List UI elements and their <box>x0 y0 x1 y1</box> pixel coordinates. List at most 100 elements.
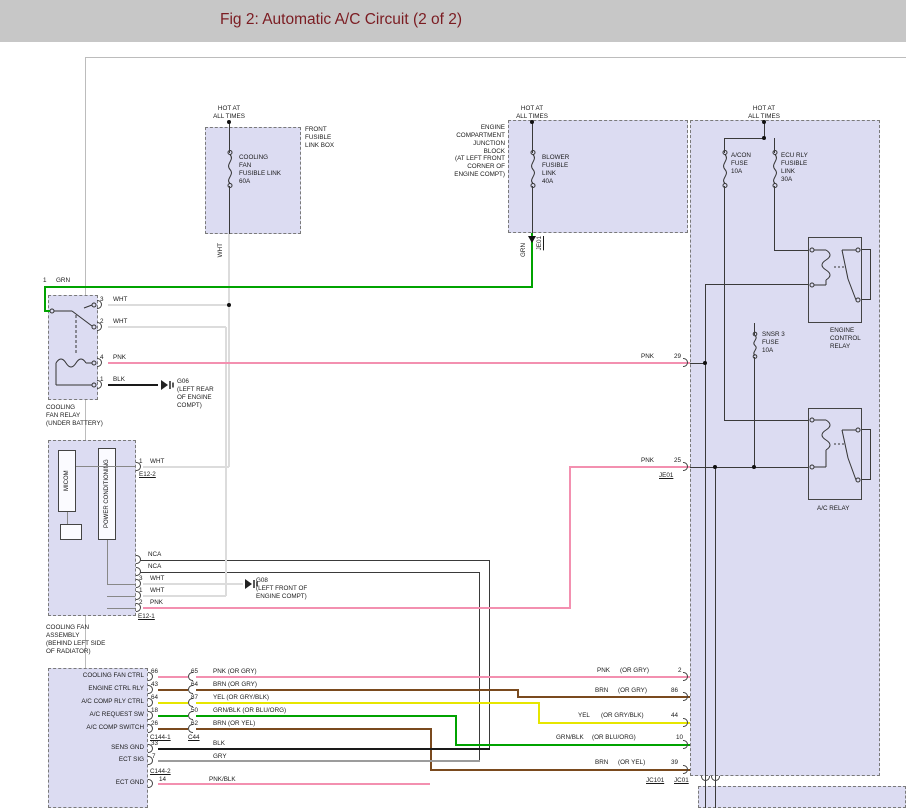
ecm-row-pin2: 64 <box>191 681 198 689</box>
ground-g06-icon <box>160 379 174 391</box>
hot-at-all-times-right: HOT AT ALL TIMES <box>738 105 790 121</box>
power-conditioning-box: POWER CONDITIONING <box>98 448 116 540</box>
jc01-connector-label: JC01 <box>674 777 689 785</box>
pnk25-color: PNK <box>641 457 654 465</box>
wire-jb-vertical-2 <box>715 467 716 808</box>
ecm-row-color: PNK/BLK <box>209 776 236 784</box>
assembly-top-pin-num: 1 <box>139 458 143 466</box>
ecm-row-name: ENGINE CTRL RLY <box>50 685 144 693</box>
ecm-row-name: ECT SIG <box>50 756 144 764</box>
pnk25-pin: 25 <box>674 457 681 465</box>
wire-pnk-25 <box>570 466 690 468</box>
ecm-row-color: YEL (OR GRY/BLK) <box>213 694 269 702</box>
ecm-row-color: PNK (OR GRY) <box>213 668 257 676</box>
ground-g08-label: G08 (LEFT FRONT OF ENGINE COMPT) <box>256 577 307 601</box>
cooling-fan-relay-icon <box>48 295 98 400</box>
wire-grn-trunk <box>44 286 533 288</box>
assembly-internal-6 <box>107 608 135 609</box>
wire-ecm-r5a <box>158 728 188 730</box>
ecm-row-pin2: 65 <box>191 668 198 676</box>
wire-sens-gnd <box>158 748 490 750</box>
jb-pin-num: 2 <box>678 667 682 675</box>
grn-feed-pin: 1 <box>43 277 47 285</box>
assembly-pin1-num: 1 <box>139 587 143 595</box>
wire-ecm-r5b <box>196 728 432 730</box>
jb-pin-alt: (OR GRY) <box>620 667 649 675</box>
wire-nca-2 <box>140 572 480 573</box>
assembly-sub-box <box>60 524 82 540</box>
acon-fuse-icon <box>719 149 731 189</box>
cooling-fan-fusible-link-label: COOLING FAN FUSIBLE LINK 60A <box>239 154 281 185</box>
wire-wht-riser-2 <box>225 327 227 596</box>
ecm-row-name: A/C COMP SWITCH <box>50 724 144 732</box>
wire-wht-to-g08 <box>143 583 243 585</box>
ecm-row-color: BLK <box>213 740 225 748</box>
wire-ecm-r5d <box>430 769 690 771</box>
wire-pnk-fan <box>143 607 570 609</box>
wire-ecm-r1a <box>158 676 188 678</box>
wire-ecm-r3a <box>158 702 188 704</box>
assembly-internal-4 <box>107 584 135 585</box>
wire-ecm-r2d <box>517 696 690 698</box>
jb-pin-num: 44 <box>671 712 678 720</box>
ecm-row-color: GRN/BLK (OR BLU/ORG) <box>213 707 286 715</box>
pnk29-pin: 29 <box>674 353 681 361</box>
blower-fusible-link-label: BLOWER FUSIBLE LINK 40A <box>542 154 569 185</box>
acon-fuse-label: A/CON FUSE 10A <box>731 152 751 176</box>
junction-dot <box>713 465 717 469</box>
wire-grn-stub <box>44 310 50 312</box>
assembly-pin2-num: 2 <box>139 599 143 607</box>
cooling-fan-relay-label: COOLING FAN RELAY (UNDER BATTERY) <box>46 404 103 428</box>
ecm-row-name: A/C REQUEST SW <box>50 711 144 719</box>
page-title: Fig 2: Automatic A/C Circuit (2 of 2) <box>220 11 462 29</box>
wire-ecm-r4c <box>455 715 457 746</box>
ecm-row-pin1: 66 <box>151 668 158 676</box>
ecm-row-pin2: 87 <box>191 694 198 702</box>
wire-feed-left-out <box>229 186 230 234</box>
wht-riser-label: WHT <box>217 243 224 257</box>
wire-pin25-internal <box>690 467 808 468</box>
front-fusible-link-box-label: FRONT FUSIBLE LINK BOX <box>305 126 334 150</box>
nca-label-2: NCA <box>148 563 161 571</box>
jb-pin-alt: (OR GRY) <box>618 687 647 695</box>
fan-relay-pin3-color: WHT <box>113 296 127 304</box>
blower-fusible-link-icon <box>527 149 539 189</box>
wire-ecm-r1b <box>196 676 690 678</box>
wire-feed-split <box>724 138 765 139</box>
grn-feed-color: GRN <box>56 277 70 285</box>
jb-pin-color: PNK <box>597 667 610 675</box>
assembly-pin3-color: WHT <box>150 575 164 583</box>
fan-relay-pin3-num: 3 <box>100 296 104 304</box>
ecm-row-pin1: 18 <box>151 707 158 715</box>
wire-ecm-r2a <box>158 689 188 691</box>
wire-blk-riser <box>489 560 490 749</box>
ecm-row-pin1: 43 <box>151 681 158 689</box>
jb-pin-color: BRN <box>595 759 608 767</box>
wire-to-acon-fuse <box>724 138 725 153</box>
assembly-internal-2 <box>67 512 68 524</box>
wire-to-ac-relay <box>724 420 808 421</box>
jb-pin-color: BRN <box>595 687 608 695</box>
je01-riser-label: JE01 <box>536 236 543 250</box>
wire-wht-e12-1 <box>143 595 226 597</box>
wire-wht-relay-pin3 <box>108 304 229 306</box>
junction-dot <box>703 361 707 365</box>
assembly-pin2-color: PNK <box>150 599 163 607</box>
fan-relay-pin4-num: 4 <box>100 354 104 362</box>
snsr3-fuse-icon <box>749 331 761 359</box>
ecm-row-pin1: 14 <box>159 776 166 784</box>
wire-to-ecr-coil <box>774 250 808 251</box>
assembly-pin1-color: WHT <box>150 587 164 595</box>
assembly-internal-5 <box>107 596 135 597</box>
hot-at-all-times-mid: HOT AT ALL TIMES <box>506 105 558 121</box>
ecm-row-name: COOLING FAN CTRL <box>50 672 144 680</box>
ecm-row-color: BRN (OR GRY) <box>213 681 257 689</box>
pnk29-color: PNK <box>641 353 654 361</box>
wire-pnk-29 <box>108 362 690 364</box>
wire-feed-left <box>229 122 230 153</box>
ecm-row-color: GRY <box>213 753 227 761</box>
wire-ecm-r3c <box>538 702 540 724</box>
nca-label-1: NCA <box>148 551 161 559</box>
jc101-connector-label: JC101 <box>646 777 664 785</box>
jb-pin-num: 86 <box>671 687 678 695</box>
